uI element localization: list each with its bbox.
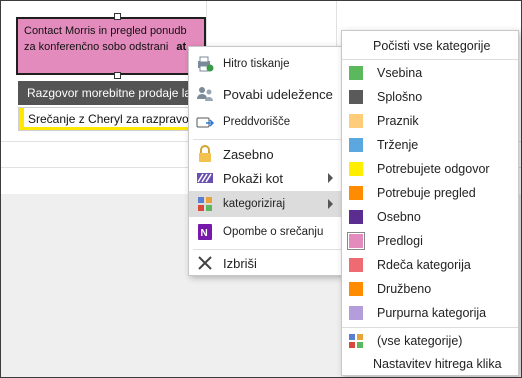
lobby-icon	[195, 112, 215, 132]
lock-icon	[195, 144, 215, 164]
all-categories-icon	[349, 334, 363, 348]
category-swatch	[349, 282, 363, 296]
category-item[interactable]: Vsebina	[342, 61, 518, 85]
appointment-yellow[interactable]: Srečanje z Cheryl za razpravo o d	[18, 107, 198, 131]
appointment-dark-text: Razgovor morebitne prodaje lahko	[27, 86, 198, 100]
invite-attendees-icon	[195, 84, 215, 104]
category-swatch	[349, 162, 363, 176]
appointment-selected[interactable]: Contact Morris in pregled ponudb za konf…	[16, 17, 206, 75]
category-swatch	[349, 66, 363, 80]
menu-item-meeting-notes[interactable]: N Opombe o srečanju	[189, 219, 351, 245]
category-label: Rdeča kategorija	[377, 258, 471, 272]
category-swatch	[349, 138, 363, 152]
menu-item-categorize[interactable]: kategoriziraj	[189, 191, 351, 217]
category-item[interactable]: Osebno	[342, 205, 518, 229]
category-swatch	[349, 210, 363, 224]
category-label: Trženje	[377, 138, 419, 152]
menu-item-private[interactable]: Zasebno	[189, 141, 351, 167]
submenu-arrow-icon	[328, 173, 333, 183]
category-label: Purpurna kategorija	[377, 306, 487, 320]
categorize-icon	[195, 194, 215, 214]
category-item[interactable]: Trženje	[342, 133, 518, 157]
category-label: Vsebina	[377, 66, 423, 80]
menu-item-label: Izbriši	[223, 255, 257, 271]
menu-item-label: Zasebno	[223, 146, 274, 162]
category-item[interactable]: Splošno	[342, 85, 518, 109]
appointment-line-1: Contact Morris in pregled ponudb	[24, 25, 187, 37]
category-label: (vse kategorije)	[377, 334, 463, 348]
category-swatch	[349, 114, 363, 128]
categories-submenu: Počisti vse kategorije Vsebina Splošno P…	[341, 30, 519, 376]
all-categories-item[interactable]: (vse kategorije)	[342, 329, 518, 353]
quick-click-setting[interactable]: Nastavitev hitrega klika	[342, 353, 518, 375]
menu-item-label: Opombe o srečanju	[223, 226, 324, 238]
category-underline	[23, 127, 197, 130]
clear-all-categories[interactable]: Počisti vse kategorije	[342, 35, 518, 57]
menu-item-label: Preddvorišče	[223, 116, 291, 128]
category-item[interactable]: Predlogi	[342, 229, 518, 253]
menu-item-label: Pokaži kot	[223, 170, 283, 186]
category-item[interactable]: Praznik	[342, 109, 518, 133]
category-item[interactable]: Purpurna kategorija	[342, 301, 518, 325]
appointment-dark[interactable]: Razgovor morebitne prodaje lahko	[18, 81, 198, 105]
appointment-line-2-tail: at	[176, 41, 187, 53]
resize-handle-bottom[interactable]	[114, 72, 121, 79]
appointment-line-2: za konferenčno sobo odstrani at	[24, 39, 198, 55]
category-label: Predlogi	[377, 234, 423, 248]
menu-item-label: Povabi udeležence	[223, 86, 333, 102]
category-label: Praznik	[377, 114, 419, 128]
menu-item-label: kategoriziraj	[223, 198, 285, 210]
resize-handle-top[interactable]	[114, 13, 121, 20]
category-swatch	[349, 306, 363, 320]
menu-separator	[342, 59, 518, 60]
appointment-yellow-text: Srečanje z Cheryl za razpravo o d	[28, 112, 198, 126]
category-swatch	[349, 186, 363, 200]
category-item[interactable]: Rdeča kategorija	[342, 253, 518, 277]
category-label: Družbeno	[377, 282, 432, 296]
menu-item-quick-print[interactable]: Hitro tiskanje	[189, 51, 351, 77]
category-swatch	[349, 90, 363, 104]
submenu-arrow-icon	[328, 199, 333, 209]
onenote-icon: N	[195, 222, 215, 242]
delete-icon	[195, 253, 215, 273]
category-label: Osebno	[377, 210, 421, 224]
category-label: Splošno	[377, 90, 423, 104]
category-swatch	[347, 232, 365, 250]
category-label: Potrebuje pregled	[377, 186, 476, 200]
category-item[interactable]: Potrebujete odgovor	[342, 157, 518, 181]
category-item[interactable]: Družbeno	[342, 277, 518, 301]
menu-item-show-as[interactable]: Pokaži kot	[189, 165, 351, 191]
context-menu: Hitro tiskanje Povabi udeležence Preddvo…	[188, 46, 352, 276]
appointment-line-2-text: za konferenčno sobo odstrani	[24, 41, 169, 53]
menu-separator	[342, 327, 518, 328]
menu-item-invite-attendees[interactable]: Povabi udeležence	[189, 81, 351, 107]
category-item[interactable]: Potrebuje pregled	[342, 181, 518, 205]
menu-item-label: Hitro tiskanje	[223, 58, 290, 70]
menu-item-lobby[interactable]: Preddvorišče	[189, 109, 351, 135]
quick-print-icon	[195, 54, 215, 74]
category-swatch	[349, 258, 363, 272]
menu-item-delete[interactable]: Izbriši	[189, 250, 351, 276]
svg-text:N: N	[201, 228, 208, 239]
show-as-icon	[195, 168, 215, 188]
menu-separator	[193, 139, 347, 140]
category-label: Potrebujete odgovor	[377, 162, 490, 176]
